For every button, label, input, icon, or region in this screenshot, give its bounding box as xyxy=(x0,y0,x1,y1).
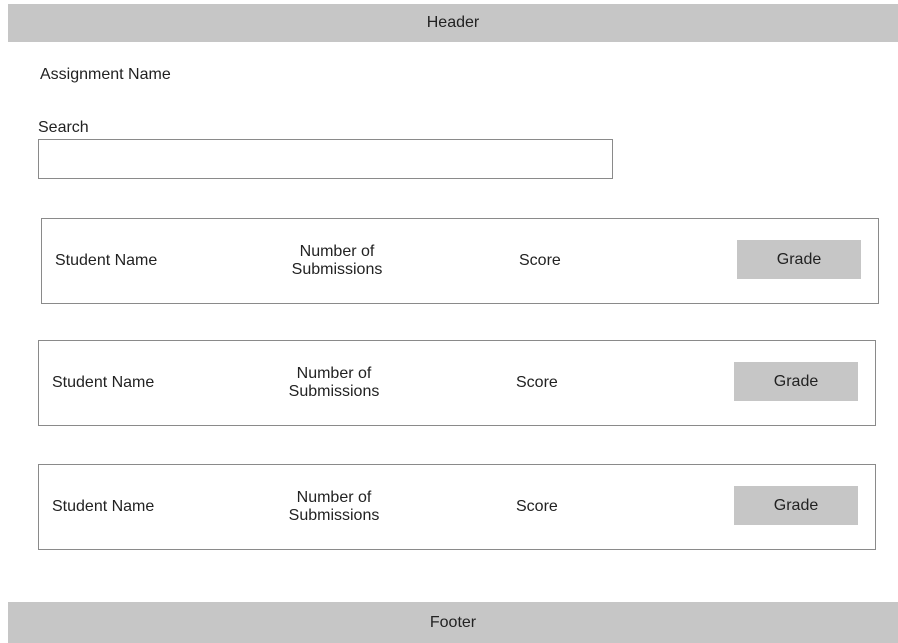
search-input[interactable] xyxy=(38,139,613,179)
footer-title: Footer xyxy=(429,613,477,631)
assignment-name: Assignment Name xyxy=(40,66,171,83)
submission-row-2: Student Name Number of Submissions Score… xyxy=(38,340,876,426)
submission-count: Number of Submissions xyxy=(288,365,380,400)
student-name: Student Name xyxy=(55,252,158,269)
student-name: Student Name xyxy=(52,374,155,391)
score: Score xyxy=(519,252,561,269)
grade-button[interactable]: Grade xyxy=(734,486,858,525)
header-bar: Header xyxy=(8,4,898,42)
student-name: Student Name xyxy=(52,498,155,515)
header-title: Header xyxy=(426,14,480,31)
footer-bar: Footer xyxy=(8,602,898,643)
score: Score xyxy=(516,374,558,391)
submission-count: Number of Submissions xyxy=(291,243,383,278)
grade-button[interactable]: Grade xyxy=(734,362,858,401)
submission-row-3: Student Name Number of Submissions Score… xyxy=(38,464,876,550)
grade-button[interactable]: Grade xyxy=(737,240,861,279)
submission-row-1: Student Name Number of Submissions Score… xyxy=(41,218,879,304)
submission-count: Number of Submissions xyxy=(288,489,380,524)
search-label: Search xyxy=(38,119,89,136)
score: Score xyxy=(516,498,558,515)
